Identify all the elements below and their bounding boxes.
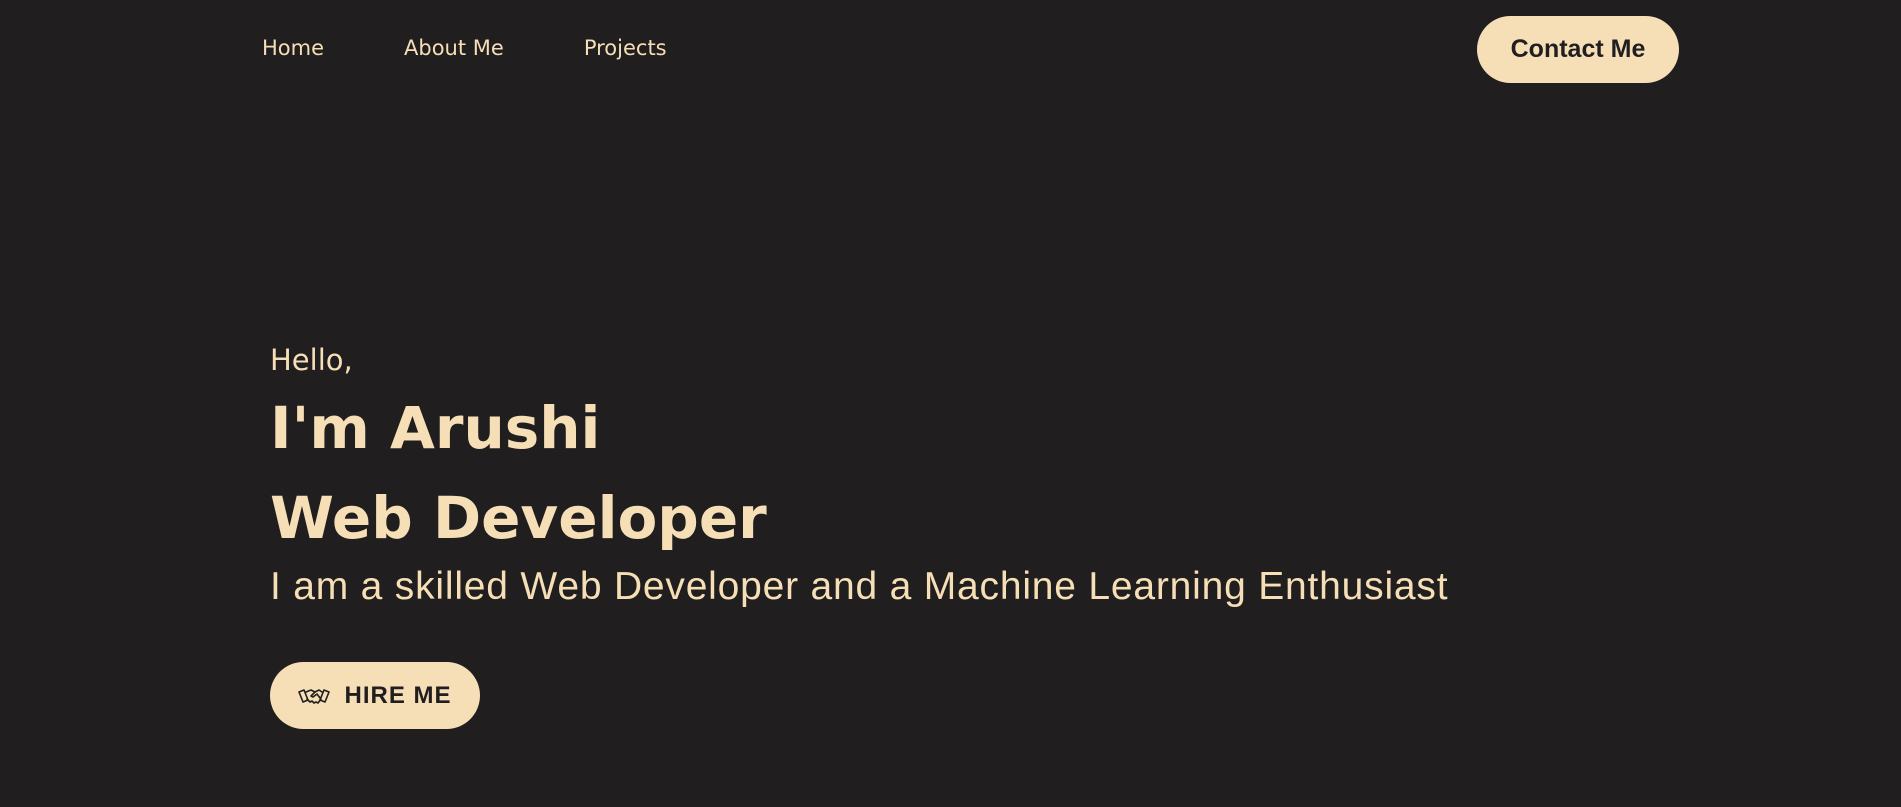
hero-role: Web Developer: [270, 484, 767, 552]
hire-me-label: HIRE ME: [344, 681, 452, 709]
handshake-icon: [298, 684, 331, 708]
top-navigation: Home About Me Projects Contact Me: [0, 0, 1901, 98]
hero-name: I'm Arushi: [270, 394, 601, 462]
hero-greeting: Hello,: [270, 343, 353, 377]
nav-link-home[interactable]: Home: [262, 36, 324, 60]
nav-links: Home About Me Projects: [262, 36, 667, 60]
nav-link-projects[interactable]: Projects: [584, 36, 667, 60]
nav-link-about-me[interactable]: About Me: [404, 36, 504, 60]
hero-section: Hello, I'm Arushi Web Developer I am a s…: [270, 340, 1449, 729]
hire-me-button[interactable]: HIRE ME: [270, 662, 480, 729]
hero-tagline: I am a skilled Web Developer and a Machi…: [270, 565, 1449, 608]
contact-me-button[interactable]: Contact Me: [1477, 16, 1679, 83]
